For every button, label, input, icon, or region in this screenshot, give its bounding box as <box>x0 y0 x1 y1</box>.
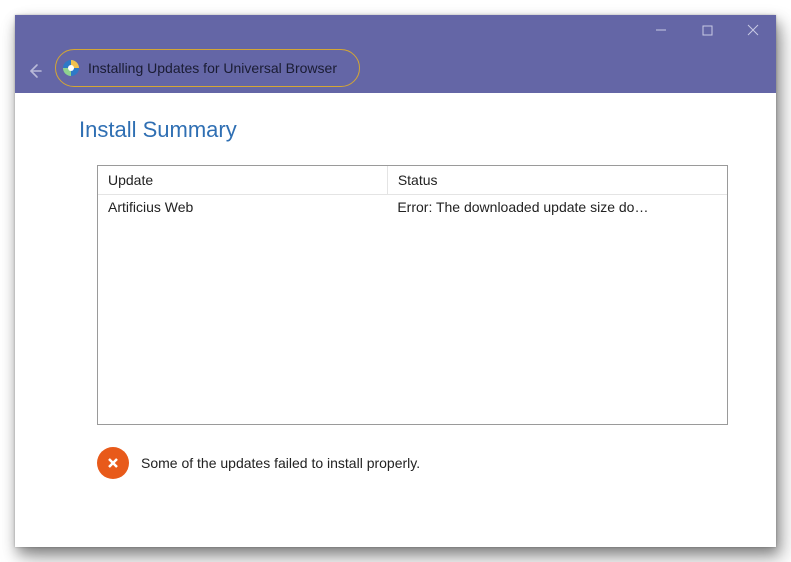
summary-status: Some of the updates failed to install pr… <box>97 447 728 479</box>
window-controls <box>638 15 776 45</box>
minimize-button[interactable] <box>638 15 684 45</box>
maximize-button[interactable] <box>684 15 730 45</box>
summary-message: Some of the updates failed to install pr… <box>141 455 420 471</box>
installer-icon <box>62 59 80 77</box>
cell-update-name: Artificius Web <box>98 195 387 220</box>
title-pill: Installing Updates for Universal Browser <box>55 49 360 87</box>
column-header-update[interactable]: Update <box>98 166 387 195</box>
updates-table: Update Status Artificius Web Error: The … <box>97 165 728 425</box>
content-area: Install Summary Update Status Artificius… <box>15 93 776 547</box>
column-header-status[interactable]: Status <box>387 166 727 195</box>
error-icon <box>97 447 129 479</box>
table-row[interactable]: Artificius Web Error: The downloaded upd… <box>98 195 727 220</box>
page-title: Install Summary <box>79 117 728 143</box>
window-title: Installing Updates for Universal Browser <box>88 60 337 76</box>
cell-status: Error: The downloaded update size do… <box>387 195 727 220</box>
titlebar: Installing Updates for Universal Browser <box>15 15 776 93</box>
back-button[interactable] <box>25 61 45 81</box>
close-button[interactable] <box>730 15 776 45</box>
installer-window: Installing Updates for Universal Browser… <box>15 15 776 547</box>
